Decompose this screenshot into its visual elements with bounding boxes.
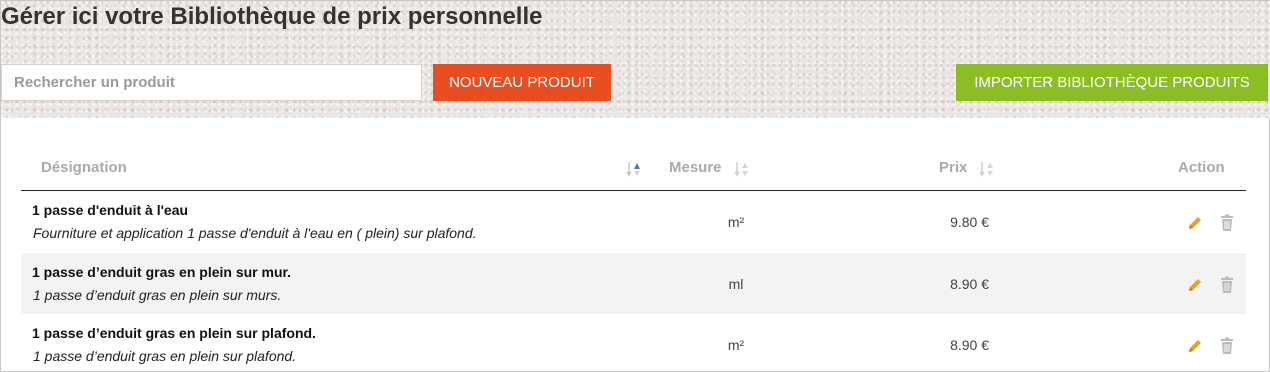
trash-icon[interactable] — [1219, 276, 1235, 294]
search-input[interactable] — [14, 65, 421, 100]
column-header-prix[interactable]: Prix — [939, 159, 967, 176]
product-prix: 9.80 € — [950, 214, 989, 230]
products-table: Désignation Mesure Prix Action 1 passe d… — [21, 141, 1246, 372]
search-field[interactable] — [1, 64, 422, 101]
sort-prix-icon[interactable] — [978, 159, 994, 179]
column-header-designation[interactable]: Désignation — [41, 159, 127, 176]
product-mesure: ml — [728, 275, 744, 292]
sort-mesure-icon[interactable] — [733, 159, 749, 179]
product-description: Fourniture et application 1 passe d'endu… — [33, 225, 477, 241]
product-name: 1 passe d’enduit gras en plein sur plafo… — [32, 325, 316, 341]
pencil-icon[interactable] — [1186, 214, 1204, 232]
column-header-mesure[interactable]: Mesure — [669, 159, 722, 176]
pencil-icon[interactable] — [1186, 337, 1204, 355]
column-header-action: Action — [1178, 159, 1225, 176]
table-row: 1 passe d’enduit gras en plein sur mur. … — [21, 252, 1246, 314]
product-description: 1 passe d’enduit gras en plein sur plafo… — [33, 348, 297, 364]
table-row: 1 passe d'enduit à l'eau Fourniture et a… — [21, 191, 1246, 253]
trash-icon[interactable] — [1219, 214, 1235, 232]
trash-icon[interactable] — [1219, 337, 1235, 355]
table-header: Désignation Mesure Prix Action — [21, 141, 1246, 191]
product-name: 1 passe d’enduit gras en plein sur mur. — [32, 263, 292, 280]
product-name: 1 passe d'enduit à l'eau — [32, 202, 189, 218]
app-frame: Gérer ici votre Bibliothèque de prix per… — [0, 0, 1270, 372]
product-prix: 8.90 € — [950, 337, 989, 353]
product-prix: 8.90 € — [950, 275, 989, 292]
import-library-button[interactable]: IMPORTER BIBLIOTHÈQUE PRODUITS — [956, 64, 1268, 101]
product-mesure: m² — [727, 337, 745, 353]
page-title: Gérer ici votre Bibliothèque de prix per… — [1, 3, 543, 30]
pencil-icon[interactable] — [1186, 276, 1204, 294]
new-product-button[interactable]: NOUVEAU PRODUIT — [433, 64, 611, 101]
product-description: 1 passe d’enduit gras en plein sur murs. — [33, 286, 282, 303]
product-mesure: m² — [727, 214, 745, 230]
header-area: Gérer ici votre Bibliothèque de prix per… — [1, 1, 1270, 118]
sort-designation-icon[interactable] — [625, 159, 641, 179]
table-row: 1 passe d’enduit gras en plein sur plafo… — [21, 314, 1246, 372]
